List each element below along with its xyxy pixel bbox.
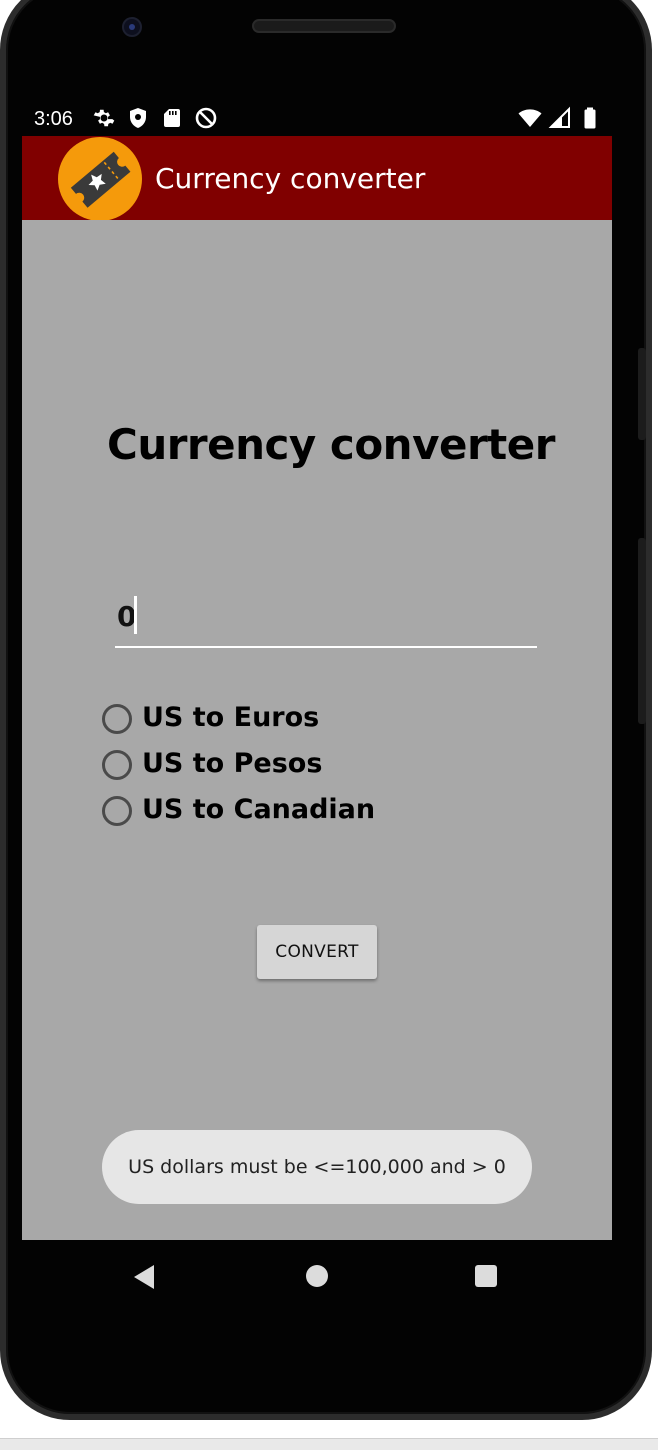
earpiece-speaker xyxy=(252,19,396,33)
convert-button[interactable]: CONVERT xyxy=(257,925,377,979)
radio-button-icon[interactable] xyxy=(102,796,132,826)
status-time: 3:06 xyxy=(34,108,73,130)
app-title: Currency converter xyxy=(155,162,426,195)
radio-label[interactable]: US to Pesos xyxy=(142,748,322,779)
ticket-star-icon-graphic xyxy=(70,151,131,208)
radio-us-to-canadian[interactable]: US to Canadian xyxy=(102,790,402,836)
status-icons-left xyxy=(92,106,218,130)
radio-us-to-euros[interactable]: US to Euros xyxy=(102,698,402,744)
radio-label[interactable]: US to Euros xyxy=(142,702,319,733)
power-button xyxy=(638,538,646,724)
status-bar: 3:06 xyxy=(22,100,612,136)
text-cursor xyxy=(134,596,137,634)
host-window-edge xyxy=(0,1438,658,1450)
app-bar: Currency converter xyxy=(22,136,612,221)
back-icon[interactable] xyxy=(132,1264,156,1290)
radio-button-icon[interactable] xyxy=(102,704,132,734)
radio-label[interactable]: US to Canadian xyxy=(142,794,375,825)
conversion-radio-group: US to Euros US to Pesos US to Canadian xyxy=(102,698,402,836)
cell-signal-icon xyxy=(548,106,570,128)
toast-message: US dollars must be <=100,000 and > 0 xyxy=(102,1130,532,1204)
main-content: Currency converter 0 US to Euros US to P… xyxy=(22,220,612,1240)
page-title: Currency converter xyxy=(107,420,555,469)
battery-icon xyxy=(584,107,596,129)
ticket-star-icon xyxy=(58,137,142,221)
navigation-bar xyxy=(22,1240,612,1312)
settings-icon xyxy=(93,109,115,127)
status-icons-right xyxy=(518,106,602,130)
recents-icon[interactable] xyxy=(475,1265,497,1287)
radio-us-to-pesos[interactable]: US to Pesos xyxy=(102,744,402,790)
sd-card-icon xyxy=(164,109,180,127)
shield-icon xyxy=(130,108,146,128)
amount-input[interactable]: 0 xyxy=(115,584,537,648)
wifi-icon xyxy=(518,109,542,127)
home-icon[interactable] xyxy=(306,1265,328,1287)
front-camera xyxy=(122,17,142,37)
screen: 3:06 Currency converter Currency convert… xyxy=(0,0,658,1450)
volume-button xyxy=(638,348,646,440)
radio-button-icon[interactable] xyxy=(102,750,132,780)
do-not-disturb-icon xyxy=(195,107,217,129)
